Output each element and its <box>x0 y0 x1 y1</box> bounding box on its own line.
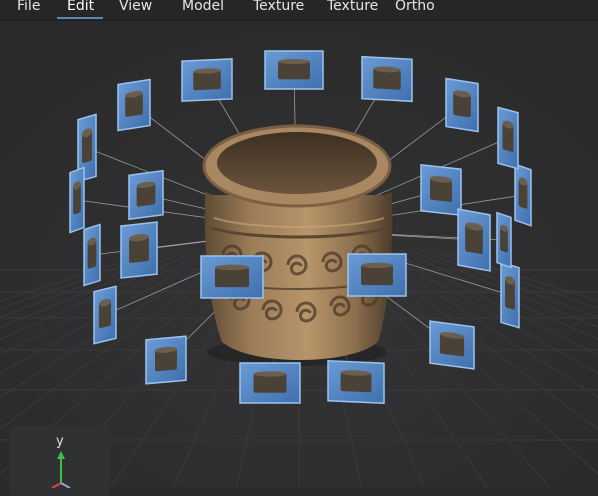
camera-frame[interactable] <box>181 58 233 102</box>
camera-frame[interactable] <box>145 335 187 385</box>
camera-frame[interactable] <box>420 163 462 217</box>
gizmo-y-label: y <box>56 434 64 449</box>
camera-frame[interactable] <box>445 77 479 133</box>
menu-ortho[interactable]: Ortho <box>395 0 435 17</box>
camera-frame[interactable] <box>497 106 519 170</box>
camera-frame[interactable] <box>69 166 85 234</box>
camera-frame[interactable] <box>117 78 151 132</box>
camera-frame[interactable] <box>83 223 101 287</box>
camera-frame[interactable] <box>457 208 491 272</box>
camera-frame[interactable] <box>128 169 164 221</box>
menu-bar: File Edit View Model Texture Texture Ort… <box>0 0 598 21</box>
stone-pot-model[interactable] <box>202 124 393 366</box>
menu-file[interactable]: File <box>17 0 40 17</box>
gizmo-axes <box>51 451 71 488</box>
camera-frame[interactable] <box>496 211 512 269</box>
3d-viewport[interactable] <box>0 20 598 496</box>
menu-model[interactable]: Model <box>182 0 224 17</box>
scene-canvas[interactable] <box>0 20 598 487</box>
active-menu-indicator <box>57 17 103 19</box>
camera-frame[interactable] <box>361 55 413 103</box>
camera-frame[interactable] <box>200 255 264 299</box>
menu-texture-2[interactable]: Texture <box>327 0 378 17</box>
camera-frame[interactable] <box>500 261 520 329</box>
camera-frame[interactable] <box>514 163 532 227</box>
camera-frame[interactable] <box>264 50 324 90</box>
camera-frame[interactable] <box>93 285 117 345</box>
camera-frame[interactable] <box>239 362 301 404</box>
camera-frame[interactable] <box>327 359 385 405</box>
camera-frame[interactable] <box>120 221 158 279</box>
menu-edit[interactable]: Edit <box>67 0 94 17</box>
camera-frame[interactable] <box>429 320 475 370</box>
menu-texture[interactable]: Texture <box>253 0 304 17</box>
camera-frame[interactable] <box>347 253 407 297</box>
menu-view[interactable]: View <box>119 0 152 17</box>
